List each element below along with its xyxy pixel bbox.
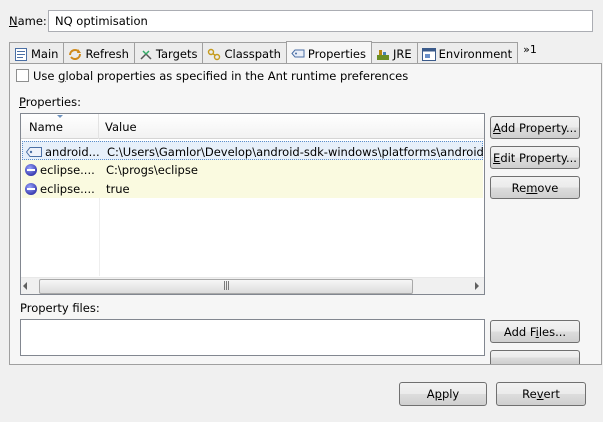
add-property-button[interactable]: Add Property... bbox=[490, 116, 580, 139]
global-properties-checkbox[interactable] bbox=[16, 69, 29, 82]
table-row[interactable]: eclipse.... true bbox=[22, 179, 483, 198]
property-value-cell: true bbox=[106, 182, 130, 196]
tab-refresh-label: Refresh bbox=[85, 47, 129, 61]
add-files-button[interactable]: Add Files... bbox=[490, 320, 580, 343]
column-header-value[interactable]: Value bbox=[99, 114, 484, 139]
refresh-icon bbox=[69, 48, 82, 60]
property-value-cell: C:\progs\eclipse bbox=[106, 163, 198, 177]
tab-classpath[interactable]: Classpath bbox=[202, 42, 287, 63]
property-name-cell: android.... bbox=[23, 142, 99, 161]
table-header: Name Value bbox=[21, 114, 484, 139]
tab-refresh[interactable]: Refresh bbox=[63, 42, 135, 63]
revert-button[interactable]: Revert bbox=[496, 382, 586, 406]
global-properties-label[interactable]: Use global properties as specified in th… bbox=[33, 69, 408, 83]
tab-environment-label: Environment bbox=[438, 47, 513, 61]
tab-properties-label: Properties bbox=[307, 46, 366, 61]
property-name: android.... bbox=[45, 144, 99, 159]
global-property-icon bbox=[25, 163, 37, 176]
tab-main-label: Main bbox=[31, 47, 59, 61]
tabs-overflow-button[interactable]: »1 bbox=[517, 42, 540, 64]
tab-jre[interactable]: JRE bbox=[371, 42, 418, 63]
properties-table: Name Value android.... C:\Users\Gamlor\D… bbox=[20, 113, 485, 295]
classpath-icon bbox=[208, 48, 221, 60]
targets-icon bbox=[140, 49, 152, 60]
global-property-icon bbox=[25, 182, 37, 195]
name-input[interactable]: NQ optimisation bbox=[48, 10, 593, 32]
property-files-label: Property files: bbox=[20, 301, 100, 315]
jre-icon bbox=[377, 49, 389, 60]
scroll-right-arrow-icon[interactable] bbox=[475, 282, 479, 290]
tab-properties[interactable]: Properties bbox=[285, 41, 372, 63]
property-files-list[interactable] bbox=[20, 319, 485, 356]
property-tag-icon bbox=[26, 146, 42, 157]
property-name-cell: eclipse.... bbox=[22, 179, 98, 198]
edit-property-button[interactable]: Edit Property... bbox=[490, 146, 580, 169]
properties-icon bbox=[291, 49, 305, 58]
scroll-left-arrow-icon[interactable] bbox=[23, 282, 27, 290]
horizontal-scrollbar[interactable]: ||| bbox=[21, 277, 484, 294]
sort-indicator-icon bbox=[57, 115, 63, 118]
tab-targets-label: Targets bbox=[155, 47, 198, 61]
environment-icon bbox=[421, 47, 436, 61]
property-name: eclipse.... bbox=[40, 162, 95, 177]
main-doc-icon bbox=[15, 47, 27, 61]
add-external-files-button[interactable] bbox=[490, 350, 580, 364]
tab-bar: Main Refresh Targets Classpath Propertie… bbox=[9, 41, 540, 64]
tab-classpath-label: Classpath bbox=[224, 47, 281, 61]
name-label: Name: bbox=[9, 14, 47, 28]
tab-targets[interactable]: Targets bbox=[133, 42, 204, 63]
properties-label: Properties: bbox=[19, 95, 81, 109]
apply-button[interactable]: Apply bbox=[399, 382, 487, 406]
property-name: eclipse.... bbox=[40, 181, 95, 196]
tab-environment[interactable]: Environment bbox=[416, 42, 519, 63]
remove-button[interactable]: Remove bbox=[490, 176, 580, 199]
table-row[interactable]: eclipse.... C:\progs\eclipse bbox=[22, 160, 483, 179]
tab-jre-label: JRE bbox=[393, 47, 412, 61]
tab-main[interactable]: Main bbox=[9, 42, 65, 63]
scrollbar-thumb[interactable]: ||| bbox=[39, 279, 413, 294]
property-name-cell: eclipse.... bbox=[22, 160, 98, 179]
table-row[interactable]: android.... C:\Users\Gamlor\Develop\andr… bbox=[22, 141, 484, 161]
property-value-cell: C:\Users\Gamlor\Develop\android-sdk-wind… bbox=[107, 145, 484, 159]
